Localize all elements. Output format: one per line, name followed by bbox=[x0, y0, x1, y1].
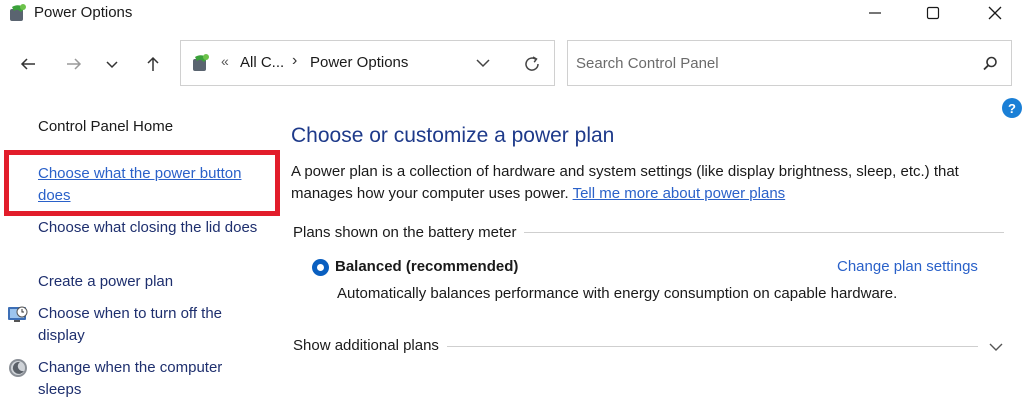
arrow-left-icon bbox=[20, 58, 35, 70]
sidebar-item-closing-lid[interactable]: Choose what closing the lid does bbox=[38, 217, 266, 239]
power-options-icon bbox=[10, 4, 26, 21]
title-bar: Power Options bbox=[0, 0, 1024, 26]
arrow-up-icon bbox=[147, 56, 159, 71]
breadcrumb-power-options[interactable]: Power Options bbox=[310, 54, 408, 71]
sidebar-item-power-button[interactable]: Choose what the power button does bbox=[38, 163, 266, 207]
page-description: A power plan is a collection of hardware… bbox=[291, 161, 991, 205]
plan-description: Automatically balances performance with … bbox=[337, 285, 898, 302]
breadcrumb-all-control-panel[interactable]: All C... bbox=[240, 54, 284, 71]
close-button[interactable] bbox=[972, 0, 1018, 26]
maximize-button[interactable] bbox=[910, 0, 956, 26]
back-button[interactable] bbox=[14, 50, 42, 78]
up-button[interactable] bbox=[139, 50, 167, 78]
power-options-icon bbox=[193, 54, 209, 71]
search-input[interactable] bbox=[576, 51, 966, 75]
sleep-moon-icon bbox=[9, 359, 27, 377]
sidebar-item-turn-off-display[interactable]: Choose when to turn off the display bbox=[38, 303, 266, 347]
search-box[interactable] bbox=[567, 40, 1012, 86]
minimize-icon bbox=[869, 12, 881, 14]
change-plan-settings-link[interactable]: Change plan settings bbox=[837, 258, 978, 275]
sidebar-item-create-plan[interactable]: Create a power plan bbox=[38, 271, 266, 293]
chevron-down-icon[interactable] bbox=[986, 337, 1006, 357]
window-title: Power Options bbox=[34, 4, 133, 21]
close-icon bbox=[988, 6, 1002, 20]
plan-name[interactable]: Balanced (recommended) bbox=[335, 258, 518, 275]
recent-locations-button[interactable] bbox=[98, 50, 126, 78]
learn-more-link[interactable]: Tell me more about power plans bbox=[573, 185, 786, 202]
sidebar-item-computer-sleeps[interactable]: Change when the computer sleeps bbox=[38, 357, 266, 401]
forward-button[interactable] bbox=[60, 50, 88, 78]
address-bar[interactable]: « All C... › Power Options bbox=[180, 40, 555, 86]
help-button[interactable]: ? bbox=[1002, 98, 1022, 118]
arrow-right-icon bbox=[67, 58, 82, 70]
plan-radio-balanced[interactable] bbox=[312, 259, 329, 276]
maximize-icon bbox=[926, 6, 940, 20]
refresh-icon[interactable] bbox=[521, 53, 543, 75]
search-icon[interactable] bbox=[980, 54, 1000, 74]
show-additional-plans[interactable]: Show additional plans bbox=[293, 337, 447, 354]
minimize-button[interactable] bbox=[852, 0, 898, 26]
section-heading-battery-plans: Plans shown on the battery meter bbox=[293, 224, 525, 241]
chevron-down-icon[interactable] bbox=[473, 53, 493, 73]
chevron-down-icon bbox=[106, 61, 118, 69]
control-panel-home-link[interactable]: Control Panel Home bbox=[38, 116, 173, 138]
display-clock-icon bbox=[8, 306, 28, 322]
breadcrumb-overflow[interactable]: « bbox=[221, 53, 229, 69]
page-title: Choose or customize a power plan bbox=[291, 124, 615, 147]
breadcrumb-separator[interactable]: › bbox=[292, 52, 297, 70]
